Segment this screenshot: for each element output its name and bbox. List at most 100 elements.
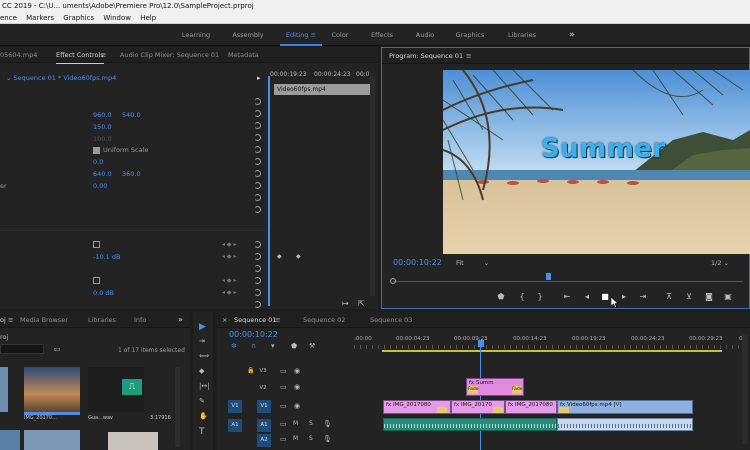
- fade-transition[interactable]: Fade: [512, 386, 523, 394]
- tab-libraries[interactable]: Libraries: [88, 312, 116, 328]
- hand-icon[interactable]: ✋: [199, 412, 208, 420]
- reset-icon[interactable]: [254, 182, 261, 189]
- go-to-in-icon[interactable]: ⇤: [562, 292, 572, 301]
- reset-icon[interactable]: [254, 170, 261, 177]
- source-patch-v1[interactable]: V1: [228, 400, 242, 413]
- tab-program[interactable]: Program: Sequence 01: [389, 48, 463, 64]
- mark-in-icon[interactable]: {: [517, 292, 527, 301]
- eye-icon[interactable]: ◉: [294, 367, 300, 375]
- search-input[interactable]: [0, 344, 44, 354]
- tab-effect-controls[interactable]: Effect Controls: [56, 47, 104, 64]
- new-bin-icon[interactable]: ▭: [54, 345, 61, 353]
- selection-tool-icon[interactable]: ▶: [199, 322, 206, 332]
- anchor-y-value[interactable]: 360.0: [122, 170, 141, 178]
- tab-sequence-02[interactable]: Sequence 02: [303, 312, 345, 328]
- workspace-menu-icon[interactable]: ≡: [311, 31, 316, 39]
- snap-icon[interactable]: ✲: [231, 342, 237, 350]
- video-clip-selected[interactable]: fx Video60fps.mp4 [V]: [557, 400, 693, 414]
- flicker-value[interactable]: 0.00: [93, 182, 107, 190]
- bypass-checkbox[interactable]: [93, 241, 100, 248]
- rotation-value[interactable]: 0.0: [93, 158, 103, 166]
- reset-icon[interactable]: [254, 301, 261, 308]
- bypass-checkbox-2[interactable]: [93, 277, 100, 284]
- thumbnail-image-3[interactable]: [108, 432, 158, 450]
- eye-icon[interactable]: ◉: [294, 402, 300, 410]
- chevron-down-icon[interactable]: ⌄: [6, 74, 11, 82]
- track-target-a1[interactable]: A1: [257, 419, 271, 432]
- work-area-bar[interactable]: [382, 350, 722, 352]
- tab-sequence-03[interactable]: Sequence 03: [370, 312, 412, 328]
- transition-marker[interactable]: [493, 407, 503, 413]
- tab-audio-clip-mixer[interactable]: Audio Clip Mixer: Sequence 01: [120, 47, 219, 63]
- mini-playhead[interactable]: [268, 76, 270, 306]
- reset-icon[interactable]: [254, 158, 261, 165]
- workspace-effects[interactable]: Effects: [364, 24, 400, 46]
- program-playhead[interactable]: [546, 273, 551, 280]
- marker-icon[interactable]: ⬟: [291, 342, 297, 350]
- menu-window[interactable]: Window: [103, 14, 131, 22]
- anchor-x-value[interactable]: 640.0: [93, 170, 112, 178]
- reset-icon[interactable]: [254, 98, 261, 105]
- audio-clip-selected[interactable]: [557, 418, 693, 431]
- tab-menu-icon[interactable]: ≡: [101, 47, 106, 63]
- keyframe-nav-3[interactable]: ◂ ◆ ▸: [222, 277, 236, 284]
- audio-clip[interactable]: [383, 418, 557, 431]
- share-icon[interactable]: ⇱: [358, 299, 365, 308]
- solo-button[interactable]: S: [309, 420, 313, 427]
- sync-lock-icon[interactable]: ▭: [280, 435, 287, 443]
- stop-icon[interactable]: ■: [600, 292, 610, 301]
- video-clip[interactable]: fx IMG_2017080: [505, 400, 557, 414]
- workspace-libraries[interactable]: Libraries: [504, 24, 540, 46]
- keyframe-diamond-icon-2[interactable]: ◆: [296, 253, 301, 260]
- position-y-value[interactable]: 540.0: [122, 111, 141, 119]
- volume-level-value[interactable]: -10.1 dB: [93, 253, 120, 261]
- tab-source-clip[interactable]: 05604.mp4: [0, 47, 37, 63]
- step-back-icon[interactable]: ◂: [582, 292, 592, 301]
- uniform-scale-checkbox[interactable]: [93, 147, 100, 154]
- ripple-edit-icon[interactable]: ⟺: [199, 352, 209, 360]
- thumbnail-partial[interactable]: [0, 367, 8, 412]
- linked-selection-icon[interactable]: ∩: [251, 342, 256, 350]
- zoom-handle[interactable]: [390, 278, 396, 284]
- step-forward-icon[interactable]: ▸: [619, 292, 629, 301]
- lift-icon[interactable]: ⊼: [664, 292, 674, 301]
- workspace-more-button[interactable]: »: [564, 24, 580, 46]
- wrench-icon[interactable]: ⚒: [309, 342, 315, 350]
- resolution-dropdown[interactable]: 1/2 ⌄: [711, 259, 729, 267]
- track-select-icon[interactable]: ⇥: [199, 337, 205, 345]
- reset-icon[interactable]: [254, 265, 261, 272]
- slip-icon[interactable]: |↔|: [199, 382, 210, 390]
- vertical-scrollbar[interactable]: [742, 334, 748, 444]
- type-tool-icon[interactable]: T: [199, 427, 205, 437]
- play-triangle-icon[interactable]: ▸: [257, 74, 261, 82]
- source-patch-a1[interactable]: A1: [228, 419, 242, 432]
- marker-icon[interactable]: ⬟: [496, 292, 506, 301]
- eye-icon[interactable]: ◉: [294, 383, 300, 391]
- reset-icon[interactable]: [254, 146, 261, 153]
- tab-menu-icon[interactable]: ≡: [8, 312, 13, 328]
- sync-lock-icon[interactable]: ▭: [280, 402, 287, 410]
- workspace-color[interactable]: Color: [326, 24, 354, 46]
- workspace-editing[interactable]: Editing ≡: [280, 24, 322, 46]
- reset-icon[interactable]: [254, 277, 261, 284]
- camera-icon[interactable]: ◙: [704, 292, 714, 301]
- pen-icon[interactable]: ✎: [199, 397, 205, 405]
- mini-clip-bar[interactable]: Video60fps.mp4: [274, 84, 370, 95]
- reset-icon[interactable]: [254, 253, 261, 260]
- keyframe-nav-2[interactable]: ◂ ◆ ▸: [222, 253, 236, 260]
- workspace-learning[interactable]: Learning: [172, 24, 220, 46]
- tab-sequence-01[interactable]: Sequence 01: [234, 312, 276, 328]
- fade-transition[interactable]: Fade: [468, 386, 479, 394]
- scale-value[interactable]: 150.0: [93, 123, 112, 131]
- audio-thumbnail[interactable]: ⎍: [88, 367, 144, 412]
- transition-marker[interactable]: [437, 407, 447, 413]
- vertical-scrollbar[interactable]: [370, 76, 375, 296]
- close-icon[interactable]: ×: [222, 312, 227, 328]
- panel-more-button[interactable]: »: [178, 312, 183, 328]
- keyframe-nav-4[interactable]: ◂ ◆ ▸: [222, 289, 236, 296]
- tab-media-browser[interactable]: Media Browser: [20, 312, 68, 328]
- reset-icon[interactable]: [254, 134, 261, 141]
- track-target-v1[interactable]: V1: [257, 400, 271, 413]
- lock-icon[interactable]: 🔒: [247, 367, 254, 374]
- extract-icon[interactable]: ⊻: [684, 292, 694, 301]
